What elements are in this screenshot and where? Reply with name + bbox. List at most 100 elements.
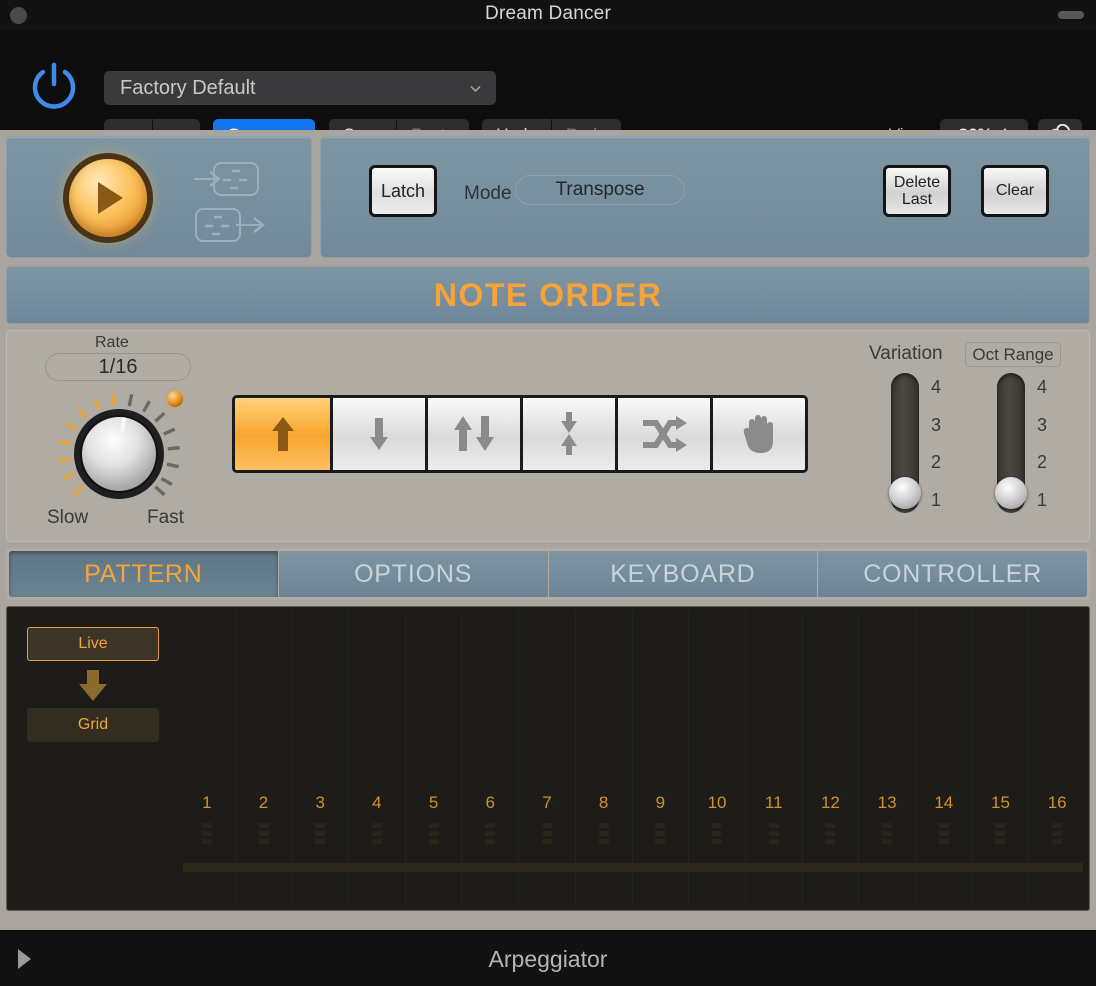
step-column[interactable]: 13	[859, 611, 916, 906]
arrow-down-icon	[370, 418, 388, 450]
step-column[interactable]: 9	[633, 611, 690, 906]
oct-range-tick: 4	[1036, 377, 1047, 397]
delete-last-button[interactable]: Delete Last	[883, 165, 951, 217]
step-column[interactable]: 11	[746, 611, 803, 906]
step-number: 3	[315, 793, 325, 812]
step-marks	[712, 823, 723, 853]
live-button[interactable]: Live	[27, 627, 159, 661]
shuffle-icon	[643, 416, 687, 452]
step-column[interactable]: 4	[349, 611, 406, 906]
step-marks	[655, 823, 666, 853]
rate-max-label: Fast	[147, 507, 184, 528]
plugin-body: Latch Mode Transpose Delete Last Clear N…	[0, 130, 1096, 930]
step-marks	[201, 823, 212, 853]
oct-range-slider[interactable]: 4 3 2 1	[995, 373, 1047, 513]
tab-keyboard[interactable]: KEYBOARD	[548, 551, 818, 597]
direction-button-group	[232, 395, 808, 473]
step-column[interactable]: 6	[462, 611, 519, 906]
delete-last-line2: Last	[901, 191, 933, 208]
expand-arrow-icon[interactable]	[18, 949, 31, 969]
footer-bar: Arpeggiator	[0, 932, 1096, 986]
preset-select[interactable]: Factory Default	[104, 71, 496, 105]
step-marks	[882, 823, 893, 853]
mode-select[interactable]: Transpose	[515, 175, 685, 205]
step-column[interactable]: 8	[576, 611, 633, 906]
latch-button[interactable]: Latch	[369, 165, 437, 217]
step-number: 12	[820, 793, 840, 812]
rate-min-label: Slow	[47, 507, 89, 528]
step-number: 14	[934, 793, 954, 812]
title-bar: Dream Dancer	[0, 0, 1096, 30]
hand-icon	[743, 415, 773, 453]
step-column[interactable]: 10	[689, 611, 746, 906]
step-marks	[485, 823, 496, 853]
variation-label: Variation	[869, 343, 943, 364]
step-column[interactable]: 7	[519, 611, 576, 906]
step-number: 5	[428, 793, 439, 812]
step-number: 2	[258, 793, 269, 812]
midi-in-icon[interactable]	[192, 159, 262, 199]
power-icon[interactable]	[27, 59, 81, 113]
step-number: 9	[655, 793, 666, 812]
step-marks	[1052, 823, 1063, 853]
step-column[interactable]: 14	[916, 611, 973, 906]
step-column[interactable]: 1	[179, 611, 236, 906]
direction-outside-in[interactable]	[520, 398, 615, 470]
pattern-editor: Live Grid 1 2 3 4 5 6 7 8 9 10 11 12 13 …	[6, 606, 1090, 911]
tab-pattern[interactable]: PATTERN	[9, 551, 278, 597]
footer-title: Arpeggiator	[488, 945, 608, 972]
arrow-up-down-icon	[454, 416, 494, 451]
rate-label: Rate	[95, 334, 129, 351]
step-column[interactable]: 2	[236, 611, 293, 906]
step-marks	[315, 823, 326, 853]
direction-up-down[interactable]	[425, 398, 520, 470]
step-column[interactable]: 12	[803, 611, 860, 906]
oct-range-label[interactable]: Oct Range	[965, 342, 1061, 367]
tab-options[interactable]: OPTIONS	[278, 551, 548, 597]
tab-bar: PATTERN OPTIONS KEYBOARD CONTROLLER	[6, 548, 1090, 600]
clear-button[interactable]: Clear	[981, 165, 1049, 217]
midi-out-icon[interactable]	[192, 205, 272, 245]
step-number: 11	[764, 793, 783, 812]
step-column[interactable]: 15	[973, 611, 1030, 906]
arrow-down-icon	[79, 670, 107, 701]
step-marks	[938, 823, 949, 853]
step-column[interactable]: 3	[292, 611, 349, 906]
direction-random[interactable]	[615, 398, 710, 470]
variation-tick: 4	[930, 377, 941, 397]
play-button[interactable]	[69, 159, 147, 237]
mode-label: Mode	[464, 183, 512, 204]
step-column[interactable]: 5	[406, 611, 463, 906]
step-number: 16	[1047, 793, 1067, 812]
step-marks	[428, 823, 439, 853]
transport-panel	[6, 136, 312, 258]
direction-up[interactable]	[235, 398, 330, 470]
step-number: 7	[542, 793, 552, 812]
step-marks	[768, 823, 779, 853]
resize-handle[interactable]	[1058, 11, 1084, 19]
velocity-strip[interactable]	[183, 863, 1083, 872]
direction-down[interactable]	[330, 398, 425, 470]
latch-panel: Latch Mode Transpose Delete Last Clear	[320, 136, 1090, 258]
step-number: 15	[991, 793, 1010, 812]
tab-controller[interactable]: CONTROLLER	[818, 551, 1087, 597]
pattern-mode-selector: Live Grid	[27, 627, 159, 742]
top-control-row: Latch Mode Transpose Delete Last Clear	[6, 136, 1090, 258]
oct-range-ticks: 4 3 2 1	[1031, 373, 1053, 513]
rate-led	[167, 391, 183, 407]
variation-slider-knob[interactable]	[889, 477, 921, 509]
step-marks	[598, 823, 609, 853]
oct-range-slider-knob[interactable]	[995, 477, 1027, 509]
step-marks	[825, 823, 836, 853]
step-marks	[258, 823, 269, 853]
oct-range-tick: 1	[1036, 489, 1047, 510]
variation-slider[interactable]: 4 3 2 1	[889, 373, 941, 513]
grid-button[interactable]: Grid	[27, 708, 159, 742]
step-column[interactable]: 16	[1029, 611, 1085, 906]
rate-knob[interactable]	[54, 389, 184, 519]
rate-value-field[interactable]: 1/16	[45, 353, 191, 381]
oct-range-tick: 3	[1036, 414, 1047, 435]
oct-range-tick: 2	[1036, 452, 1047, 473]
direction-as-played[interactable]	[710, 398, 805, 470]
plugin-window: Dream Dancer Factory Default ‹ › Compare…	[0, 0, 1096, 986]
